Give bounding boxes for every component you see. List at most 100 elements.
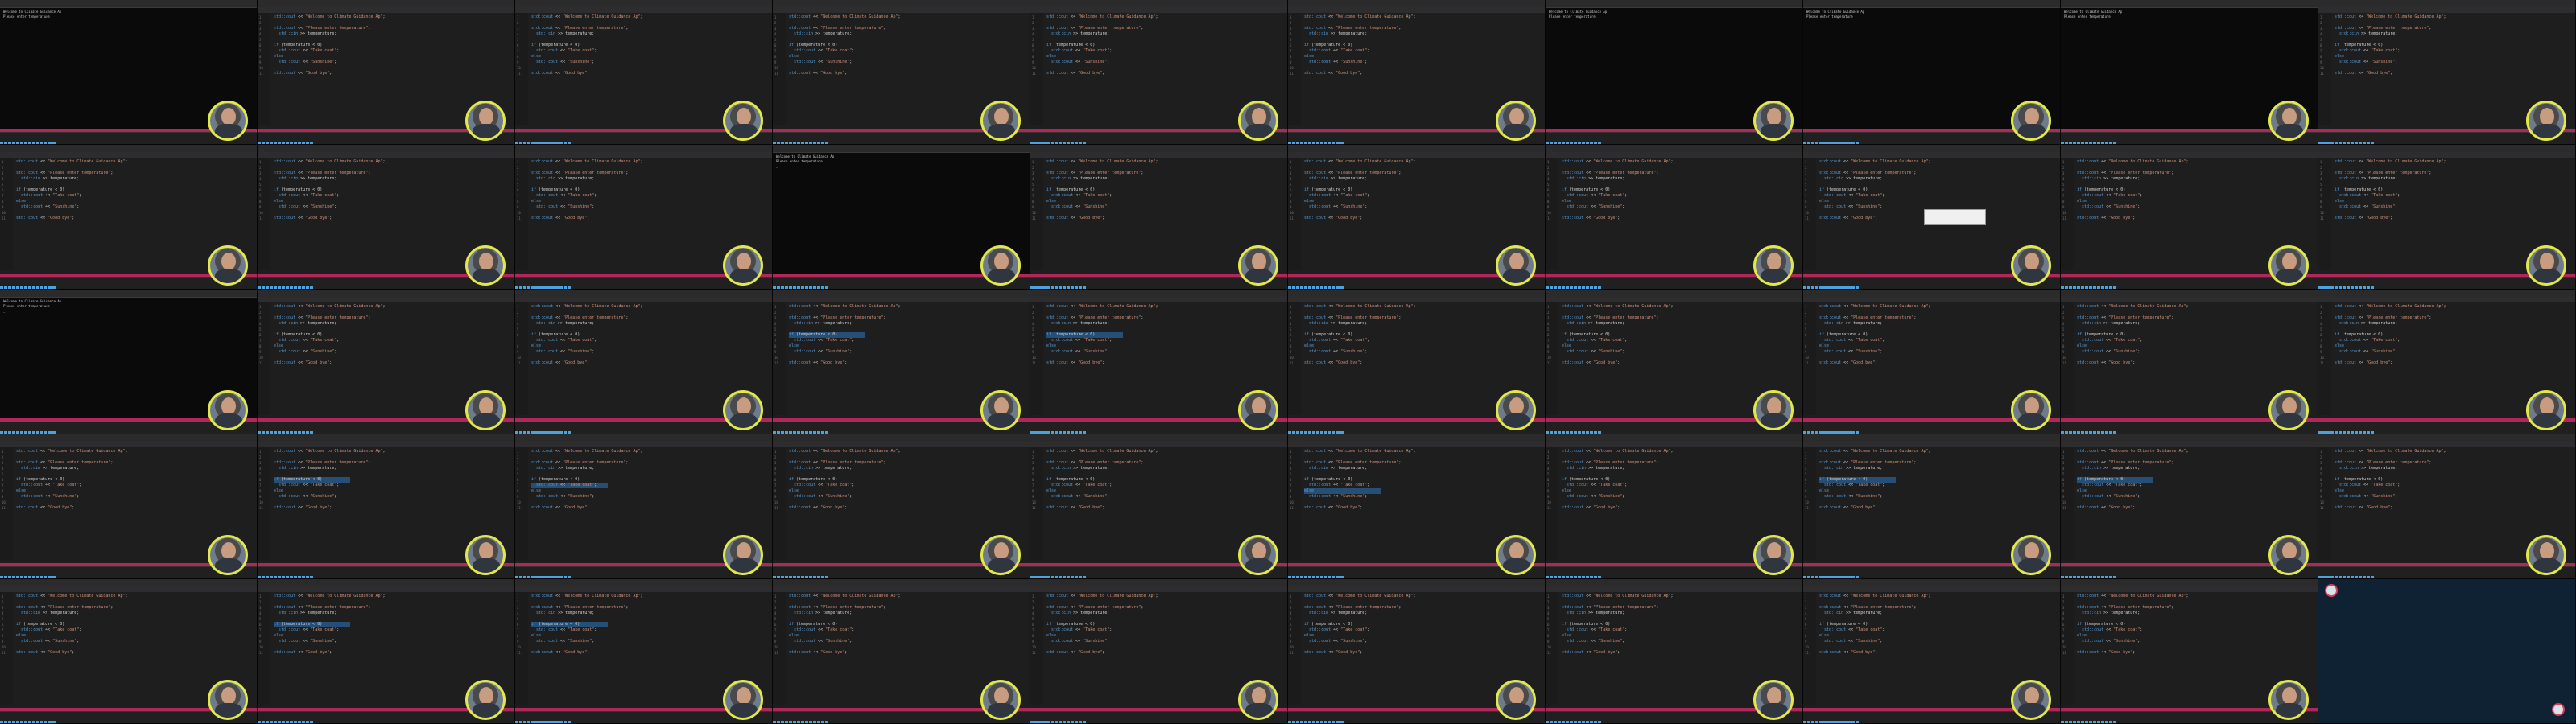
ide-menubar[interactable] [1546, 297, 1802, 302]
taskbar-app-icon[interactable] [1063, 721, 1066, 723]
code-editor[interactable]: std::cout << "Welcome to Climate Guidanc… [16, 594, 242, 698]
code-editor[interactable]: std::cout << "Welcome to Climate Guidanc… [789, 304, 1014, 409]
taskbar-app-icon[interactable] [20, 721, 23, 723]
taskbar-app-icon[interactable] [36, 721, 39, 723]
taskbar-app-icon[interactable] [1831, 721, 1835, 723]
code-editor[interactable]: std::cout << "Welcome to Climate Guidanc… [1562, 594, 1787, 698]
code-editor[interactable]: std::cout << "Welcome to Climate Guidanc… [2334, 304, 2560, 409]
ide-menubar[interactable] [773, 7, 1030, 13]
taskbar-app-icon[interactable] [262, 721, 265, 723]
ide-menubar[interactable] [515, 442, 772, 447]
code-editor[interactable]: std::cout << "Welcome to Climate Guidanc… [531, 159, 757, 264]
taskbar-app-icon[interactable] [801, 721, 804, 723]
taskbar-app-icon[interactable] [1030, 721, 1034, 723]
code-editor[interactable]: std::cout << "Welcome to Climate Guidanc… [1562, 304, 1787, 409]
ide-menubar[interactable] [1288, 152, 1545, 158]
taskbar-app-icon[interactable] [1042, 721, 1046, 723]
taskbar-app-icon[interactable] [278, 721, 281, 723]
taskbar-app-icon[interactable] [1316, 721, 1319, 723]
taskbar-app-icon[interactable] [539, 721, 543, 723]
taskbar-app-icon[interactable] [559, 721, 563, 723]
code-editor[interactable]: std::cout << "Welcome to Climate Guidanc… [1304, 14, 1530, 119]
taskbar-app-icon[interactable] [1586, 721, 1589, 723]
taskbar-app-icon[interactable] [40, 721, 43, 723]
taskbar-app-icon[interactable] [1590, 721, 1593, 723]
taskbar-app-icon[interactable] [298, 721, 301, 723]
taskbar-app-icon[interactable] [1546, 721, 1549, 723]
taskbar-app-icon[interactable] [1554, 721, 1557, 723]
taskbar-app-icon[interactable] [1034, 721, 1038, 723]
taskbar-app-icon[interactable] [1550, 721, 1553, 723]
taskbar-app-icon[interactable] [527, 721, 530, 723]
taskbar-app-icon[interactable] [2065, 721, 2068, 723]
taskbar-app-icon[interactable] [8, 721, 11, 723]
ide-menubar[interactable] [773, 586, 1030, 592]
taskbar-app-icon[interactable] [543, 721, 547, 723]
taskbar-app-icon[interactable] [1856, 721, 1859, 723]
code-editor[interactable]: std::cout << "Welcome to Climate Guidanc… [1304, 449, 1530, 553]
taskbar-app-icon[interactable] [793, 721, 796, 723]
ide-menubar[interactable] [1030, 586, 1287, 592]
taskbar-app-icon[interactable] [1312, 721, 1315, 723]
taskbar-app-icon[interactable] [310, 721, 313, 723]
taskbar-app-icon[interactable] [1598, 721, 1601, 723]
taskbar-app-icon[interactable] [797, 721, 800, 723]
ide-menubar[interactable] [1803, 152, 2060, 158]
taskbar-app-icon[interactable] [266, 721, 269, 723]
taskbar-app-icon[interactable] [785, 721, 788, 723]
taskbar-app-icon[interactable] [817, 721, 820, 723]
taskbar-app-icon[interactable] [531, 721, 535, 723]
taskbar-app-icon[interactable] [1071, 721, 1074, 723]
taskbar-app-icon[interactable] [519, 721, 522, 723]
ide-menubar[interactable] [1546, 586, 1802, 592]
taskbar-app-icon[interactable] [1059, 721, 1062, 723]
taskbar-app-icon[interactable] [1320, 721, 1323, 723]
code-editor[interactable]: std::cout << "Welcome to Climate Guidanc… [16, 449, 242, 553]
taskbar-app-icon[interactable] [1823, 721, 1827, 723]
taskbar-app-icon[interactable] [805, 721, 808, 723]
taskbar-app-icon[interactable] [282, 721, 285, 723]
taskbar-app-icon[interactable] [1843, 721, 1847, 723]
taskbar-app-icon[interactable] [1827, 721, 1831, 723]
code-editor[interactable]: std::cout << "Welcome to Climate Guidanc… [1046, 159, 1272, 264]
ide-menubar[interactable] [515, 152, 772, 158]
code-editor[interactable]: std::cout << "Welcome to Climate Guidanc… [1562, 449, 1787, 553]
popup-dialog[interactable] [1924, 209, 1986, 225]
taskbar-app-icon[interactable] [1574, 721, 1577, 723]
code-editor[interactable]: std::cout << "Welcome to Climate Guidanc… [789, 449, 1014, 553]
code-editor[interactable]: std::cout << "Welcome to Climate Guidanc… [1046, 449, 1272, 553]
taskbar-app-icon[interactable] [1083, 721, 1086, 723]
taskbar-app-icon[interactable] [2069, 721, 2072, 723]
ide-menubar[interactable] [1030, 7, 1287, 13]
taskbar-app-icon[interactable] [48, 721, 52, 723]
taskbar-app-icon[interactable] [1570, 721, 1573, 723]
taskbar-app-icon[interactable] [1835, 721, 1839, 723]
taskbar-app-icon[interactable] [290, 721, 293, 723]
taskbar-app-icon[interactable] [1847, 721, 1851, 723]
taskbar-app-icon[interactable] [821, 721, 824, 723]
taskbar-app-icon[interactable] [2081, 721, 2084, 723]
code-editor[interactable]: std::cout << "Welcome to Climate Guidanc… [1304, 594, 1530, 698]
ide-menubar[interactable] [2061, 297, 2318, 302]
taskbar-app-icon[interactable] [294, 721, 297, 723]
ide-menubar[interactable] [1030, 297, 1287, 302]
ide-menubar[interactable] [1030, 152, 1287, 158]
taskbar-app-icon[interactable] [523, 721, 526, 723]
taskbar-app-icon[interactable] [1296, 721, 1299, 723]
taskbar-app-icon[interactable] [789, 721, 792, 723]
taskbar-app-icon[interactable] [535, 721, 539, 723]
taskbar-app-icon[interactable] [1079, 721, 1082, 723]
taskbar-app-icon[interactable] [777, 721, 780, 723]
taskbar-app-icon[interactable] [16, 721, 19, 723]
taskbar-app-icon[interactable] [270, 721, 273, 723]
ide-menubar[interactable] [258, 442, 514, 447]
taskbar-app-icon[interactable] [2105, 721, 2108, 723]
taskbar-app-icon[interactable] [1046, 721, 1050, 723]
taskbar-app-icon[interactable] [781, 721, 784, 723]
ide-menubar[interactable] [0, 586, 257, 592]
code-editor[interactable]: std::cout << "Welcome to Climate Guidanc… [1562, 159, 1787, 264]
taskbar-app-icon[interactable] [4, 721, 7, 723]
code-editor[interactable]: std::cout << "Welcome to Climate Guidanc… [531, 304, 757, 409]
ide-menubar[interactable] [2318, 7, 2575, 13]
code-editor[interactable]: std::cout << "Welcome to Climate Guidanc… [531, 594, 757, 698]
